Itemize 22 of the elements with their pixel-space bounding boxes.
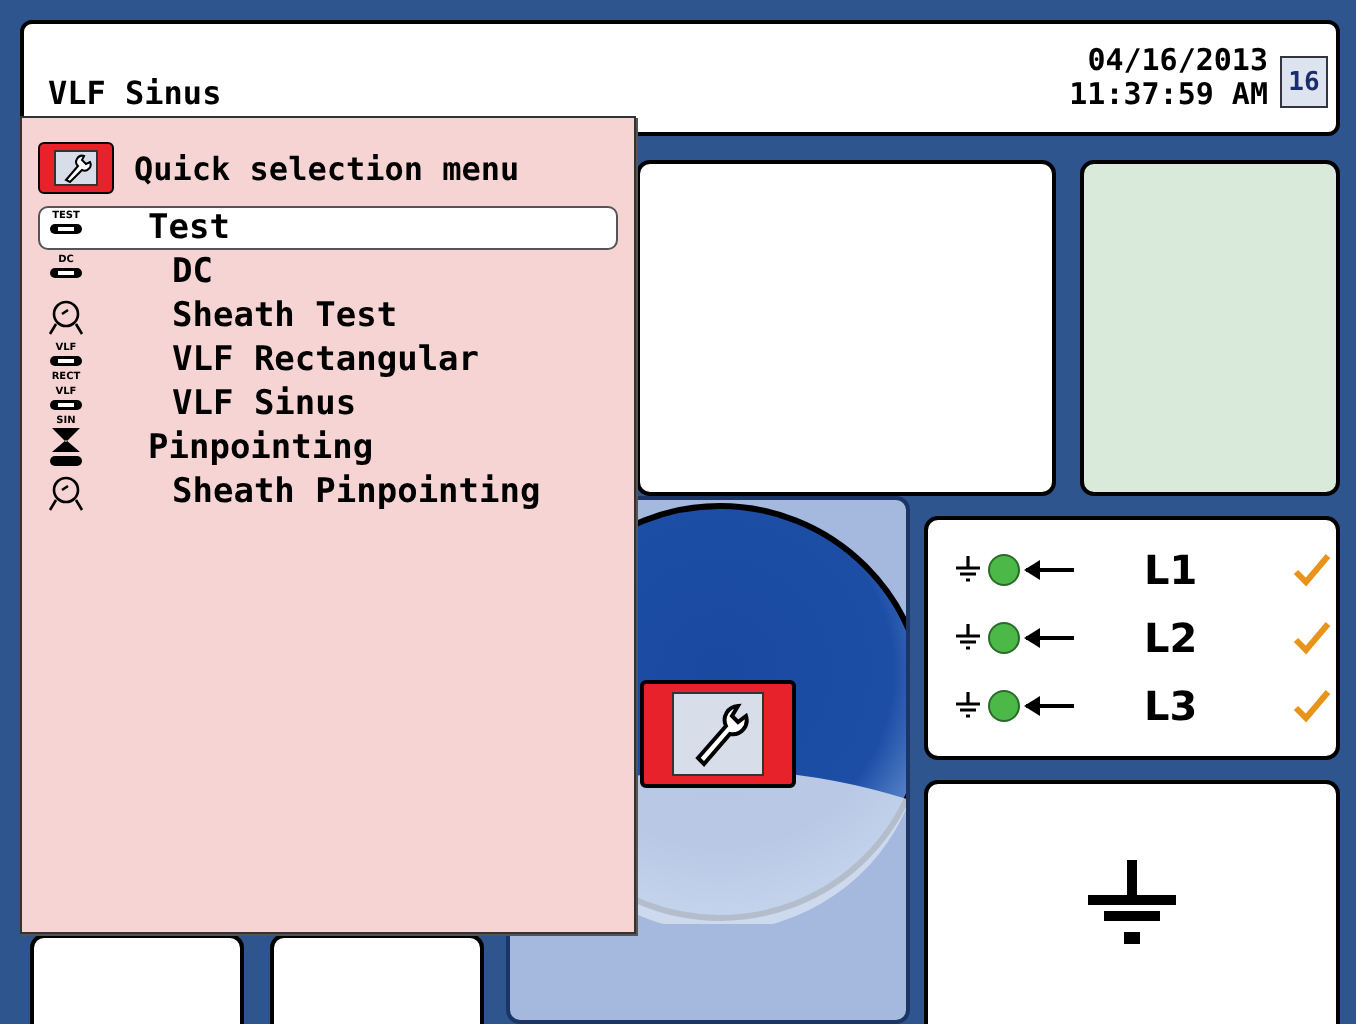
- menu-title: Quick selection menu: [134, 149, 520, 187]
- wrench-icon: [54, 150, 98, 186]
- wrench-button[interactable]: [640, 680, 796, 788]
- arrow-icon: [1024, 626, 1076, 650]
- phase-label: L1: [1144, 546, 1200, 594]
- date-text: 04/16/2013: [1087, 44, 1268, 78]
- ground-icon: [952, 690, 984, 722]
- time-text: 11:37:59 AM: [1069, 78, 1268, 112]
- phase-label: L3: [1144, 682, 1200, 730]
- ground-icon: [952, 554, 984, 586]
- menu-item[interactable]: Sheath Test: [38, 294, 618, 338]
- arrow-icon: [1024, 694, 1076, 718]
- calendar-icon[interactable]: 16: [1280, 56, 1328, 108]
- ground-icon: [1082, 858, 1182, 950]
- screen-title: VLF Sinus: [48, 74, 224, 112]
- ground-icon: [952, 622, 984, 654]
- menu-item[interactable]: Pinpointing: [38, 426, 618, 470]
- phase-label: L2: [1144, 614, 1200, 662]
- wrench-icon: [672, 692, 764, 776]
- menu-item[interactable]: Sheath Pinpointing: [38, 470, 618, 514]
- arrow-icon: [1024, 558, 1076, 582]
- wrench-button[interactable]: [38, 142, 114, 194]
